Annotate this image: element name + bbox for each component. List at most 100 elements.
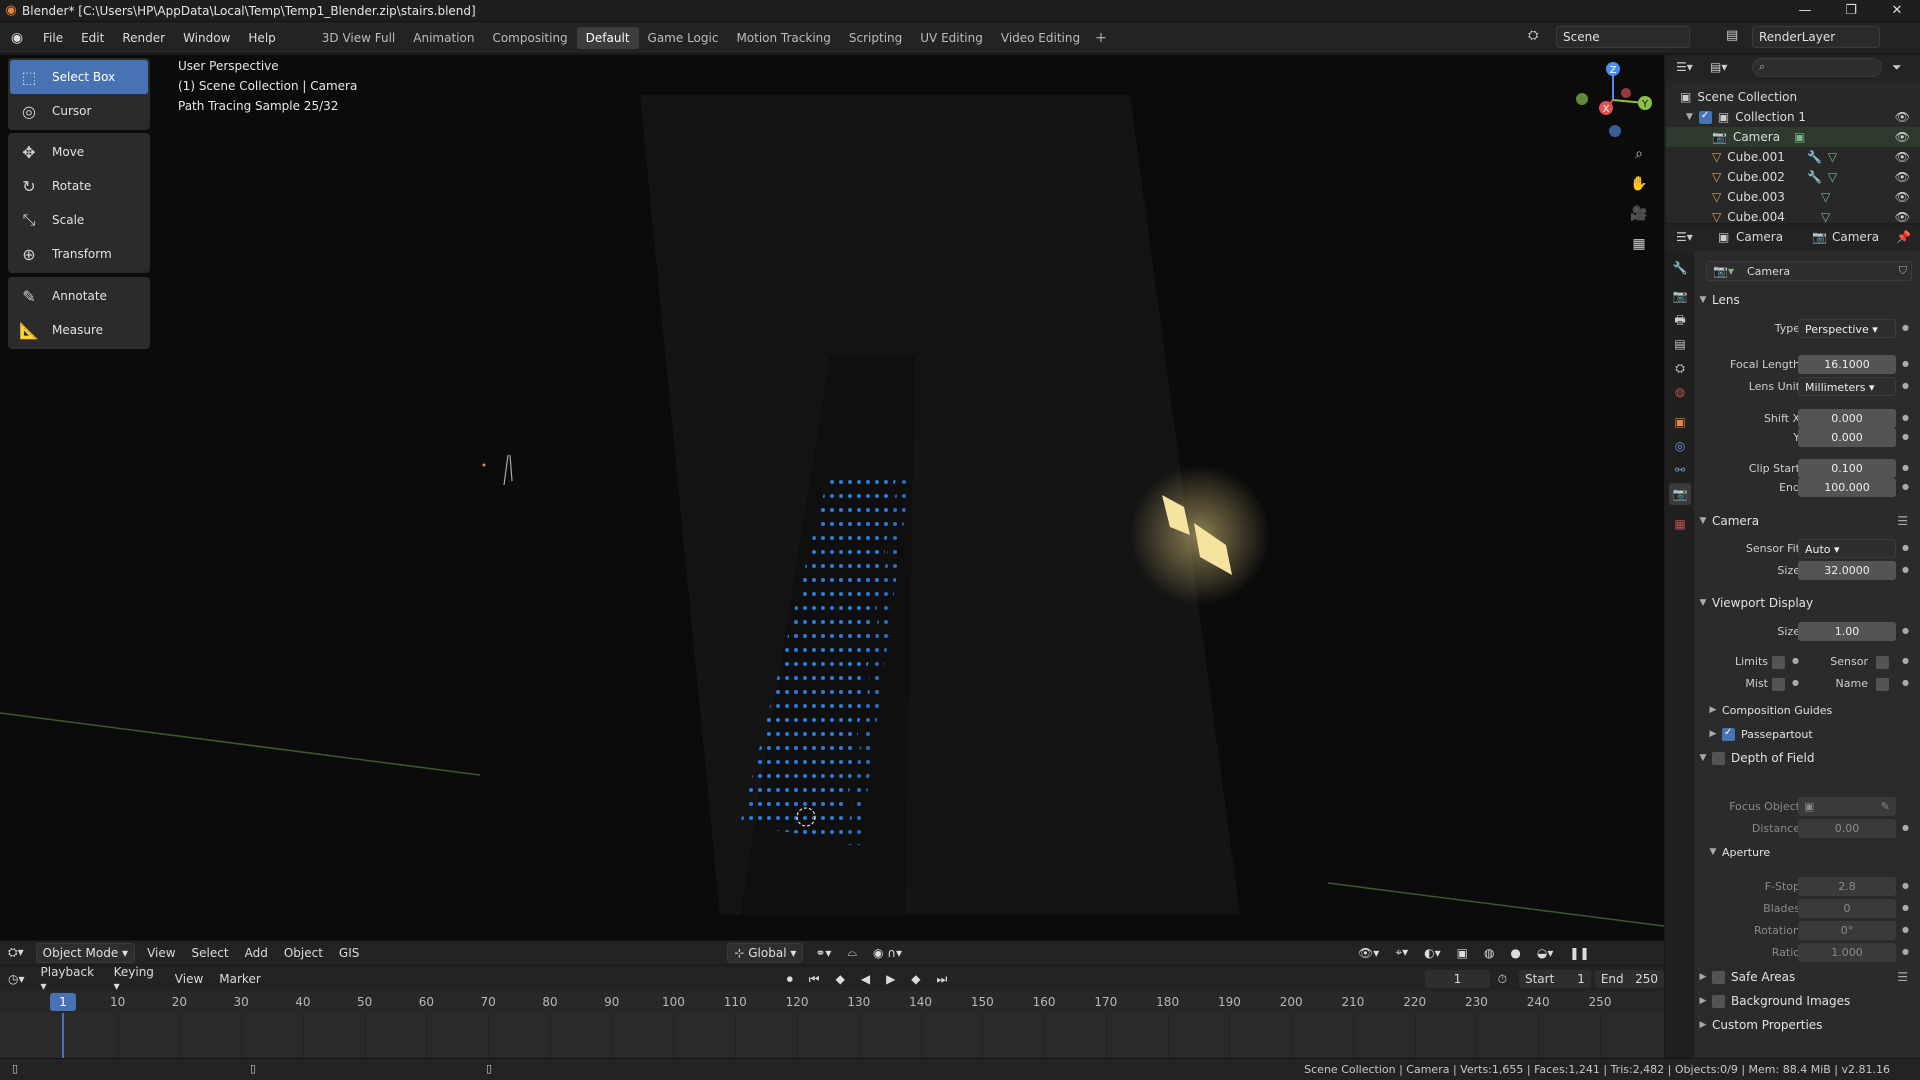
- eye-icon[interactable]: 👁: [1895, 210, 1910, 223]
- lens-unit-dropdown[interactable]: Millimeters ▾: [1798, 377, 1896, 396]
- clock-icon[interactable]: ⏱: [1490, 970, 1515, 989]
- lens-type-dropdown[interactable]: Perspective ▾: [1798, 319, 1896, 338]
- gizmo-toggle-icon[interactable]: ⌖▾: [1387, 943, 1416, 962]
- object-mode-dropdown[interactable]: Object Mode ▾: [35, 942, 136, 963]
- section-background-images[interactable]: ▶ Background Images: [1694, 990, 1920, 1012]
- section-camera[interactable]: ▼ Camera ☰: [1694, 510, 1920, 532]
- shift-y-field[interactable]: 0.000: [1798, 428, 1896, 447]
- blender-menu-icon[interactable]: ◉: [0, 30, 34, 46]
- overlay-toggle-icon[interactable]: ◐▾: [1416, 944, 1449, 962]
- eye-icon[interactable]: 👁: [1895, 170, 1910, 184]
- section-custom-properties[interactable]: ▶ Custom Properties: [1694, 1014, 1920, 1036]
- animate-dot-icon[interactable]: ●: [1902, 359, 1909, 368]
- animate-dot-icon[interactable]: ●: [1902, 947, 1909, 956]
- display-size-field[interactable]: 1.00: [1798, 622, 1896, 641]
- display-mode-icon[interactable]: ▤▾: [1710, 60, 1727, 74]
- tab-video-editing[interactable]: Video Editing: [992, 27, 1089, 49]
- outliner-search-input[interactable]: ⌕: [1752, 58, 1882, 77]
- animate-dot-icon[interactable]: ●: [1902, 925, 1909, 934]
- outliner-item-camera[interactable]: 📷 Camera ▣ 👁: [1666, 127, 1920, 147]
- animate-dot-icon[interactable]: ●: [1902, 323, 1909, 332]
- pause-render-icon[interactable]: ❚❚: [1561, 944, 1597, 962]
- shift-x-field[interactable]: 0.000: [1798, 409, 1896, 428]
- eye-icon[interactable]: 👁: [1895, 190, 1910, 204]
- ortho-grid-icon[interactable]: ▦: [1628, 233, 1650, 255]
- name-checkbox[interactable]: [1876, 678, 1889, 691]
- section-depth-of-field[interactable]: ▼ Depth of Field: [1694, 747, 1920, 769]
- animate-dot-icon[interactable]: ●: [1902, 565, 1909, 574]
- tool-select-box[interactable]: ⬚ Select Box: [10, 60, 148, 94]
- play-reverse-icon[interactable]: ◀: [853, 970, 878, 988]
- section-safe-areas[interactable]: ▶ Safe Areas ☰: [1694, 966, 1920, 988]
- section-lens[interactable]: ▼ Lens: [1694, 289, 1920, 311]
- eyedropper-icon[interactable]: ✎: [1881, 797, 1890, 816]
- tab-compositing[interactable]: Compositing: [483, 27, 576, 49]
- collection-checkbox[interactable]: [1698, 110, 1712, 124]
- filter-icon[interactable]: ⏷: [1892, 60, 1902, 75]
- shading-render-icon[interactable]: ◒▾: [1529, 944, 1562, 962]
- renderlayer-icon[interactable]: ▤: [1726, 28, 1738, 43]
- animate-dot-icon[interactable]: ●: [1902, 626, 1909, 635]
- ratio-field[interactable]: 1.000: [1798, 943, 1896, 962]
- focal-length-field[interactable]: 16.1000: [1798, 355, 1896, 374]
- view-layer-tab-icon[interactable]: ▤: [1669, 333, 1691, 355]
- tab-game-logic[interactable]: Game Logic: [639, 27, 728, 49]
- outliner-scene-collection[interactable]: ▣ Scene Collection: [1666, 87, 1920, 107]
- object-tab-icon[interactable]: ▣: [1669, 411, 1691, 433]
- outliner-editor-icon[interactable]: ☰▾: [1676, 60, 1693, 74]
- properties-editor-icon[interactable]: ☰▾: [1676, 230, 1693, 244]
- tab-3d-view-full[interactable]: 3D View Full: [313, 27, 405, 49]
- tool-scale[interactable]: ⤡ Scale: [10, 203, 148, 237]
- orientation-dropdown[interactable]: ⊹ Global ▾: [727, 942, 804, 963]
- camera-data-tab-icon[interactable]: 📷: [1669, 483, 1691, 505]
- animate-dot-icon[interactable]: ●: [1902, 381, 1909, 390]
- maximize-button[interactable]: ❐: [1828, 0, 1874, 22]
- camera-view-icon[interactable]: 🎥: [1628, 203, 1650, 225]
- renderlayer-field[interactable]: RenderLayer: [1752, 26, 1880, 48]
- tool-cursor[interactable]: ◎ Cursor: [10, 94, 148, 128]
- outliner-item-cube-002[interactable]: ▽ Cube.002 🔧 ▽ 👁: [1666, 167, 1920, 187]
- animate-dot-icon[interactable]: ●: [1902, 463, 1909, 472]
- presets-icon[interactable]: ☰: [1897, 514, 1908, 528]
- menu-help[interactable]: Help: [239, 31, 284, 45]
- clip-start-field[interactable]: 0.100: [1798, 459, 1896, 478]
- shading-solid-icon[interactable]: ●: [1502, 944, 1528, 962]
- menu-marker[interactable]: Marker: [211, 970, 268, 988]
- menu-view[interactable]: View: [139, 944, 183, 962]
- menu-add[interactable]: Add: [237, 944, 276, 962]
- snap-icon[interactable]: ⌓: [839, 943, 865, 962]
- current-frame-field[interactable]: 1: [1425, 970, 1490, 988]
- fake-user-icon[interactable]: ⛉: [1899, 264, 1907, 278]
- scene-tab-icon[interactable]: ⛭: [1669, 357, 1691, 379]
- tool-tab-icon[interactable]: 🔧: [1669, 257, 1691, 279]
- tool-measure[interactable]: 📐 Measure: [10, 313, 148, 347]
- rotation-field[interactable]: 0°: [1798, 921, 1896, 940]
- tab-motion-tracking[interactable]: Motion Tracking: [727, 27, 839, 49]
- timeline-editor-icon[interactable]: ◷▾: [0, 970, 33, 988]
- texture-tab-icon[interactable]: ▦: [1669, 513, 1691, 535]
- eye-icon[interactable]: 👁: [1895, 130, 1910, 144]
- presets-icon[interactable]: ☰: [1897, 970, 1908, 984]
- menu-timeline-view[interactable]: View: [167, 970, 211, 988]
- tab-uv-editing[interactable]: UV Editing: [911, 27, 992, 49]
- passepartout-checkbox[interactable]: [1722, 727, 1735, 741]
- animate-dot-icon[interactable]: ●: [1902, 432, 1909, 441]
- dof-checkbox[interactable]: [1712, 751, 1725, 765]
- safe-areas-checkbox[interactable]: [1712, 970, 1725, 984]
- fstop-field[interactable]: 2.8: [1798, 877, 1896, 896]
- constraints-tab-icon[interactable]: ⚯: [1669, 459, 1691, 481]
- jump-end-icon[interactable]: ⏭: [929, 970, 956, 989]
- add-workspace-icon[interactable]: +: [1089, 30, 1113, 46]
- prev-keyframe-icon[interactable]: ◆: [828, 970, 853, 988]
- menu-gis[interactable]: GIS: [331, 944, 367, 962]
- tool-move[interactable]: ✥ Move: [10, 135, 148, 169]
- animate-dot-icon[interactable]: ●: [1792, 678, 1799, 687]
- timeline-ruler[interactable]: 1 10 20 30 40 50 60 70 80 90 100 110 120 130 140 150 16…: [0, 991, 1664, 1013]
- close-button[interactable]: ✕: [1874, 0, 1920, 22]
- zoom-icon[interactable]: ⌕: [1628, 143, 1650, 165]
- tab-scripting[interactable]: Scripting: [840, 27, 911, 49]
- animate-dot-icon[interactable]: ●: [1902, 656, 1909, 665]
- sensor-checkbox[interactable]: [1876, 656, 1889, 669]
- subsection-aperture[interactable]: ▼ Aperture: [1694, 841, 1920, 863]
- animate-dot-icon[interactable]: ●: [1792, 656, 1799, 665]
